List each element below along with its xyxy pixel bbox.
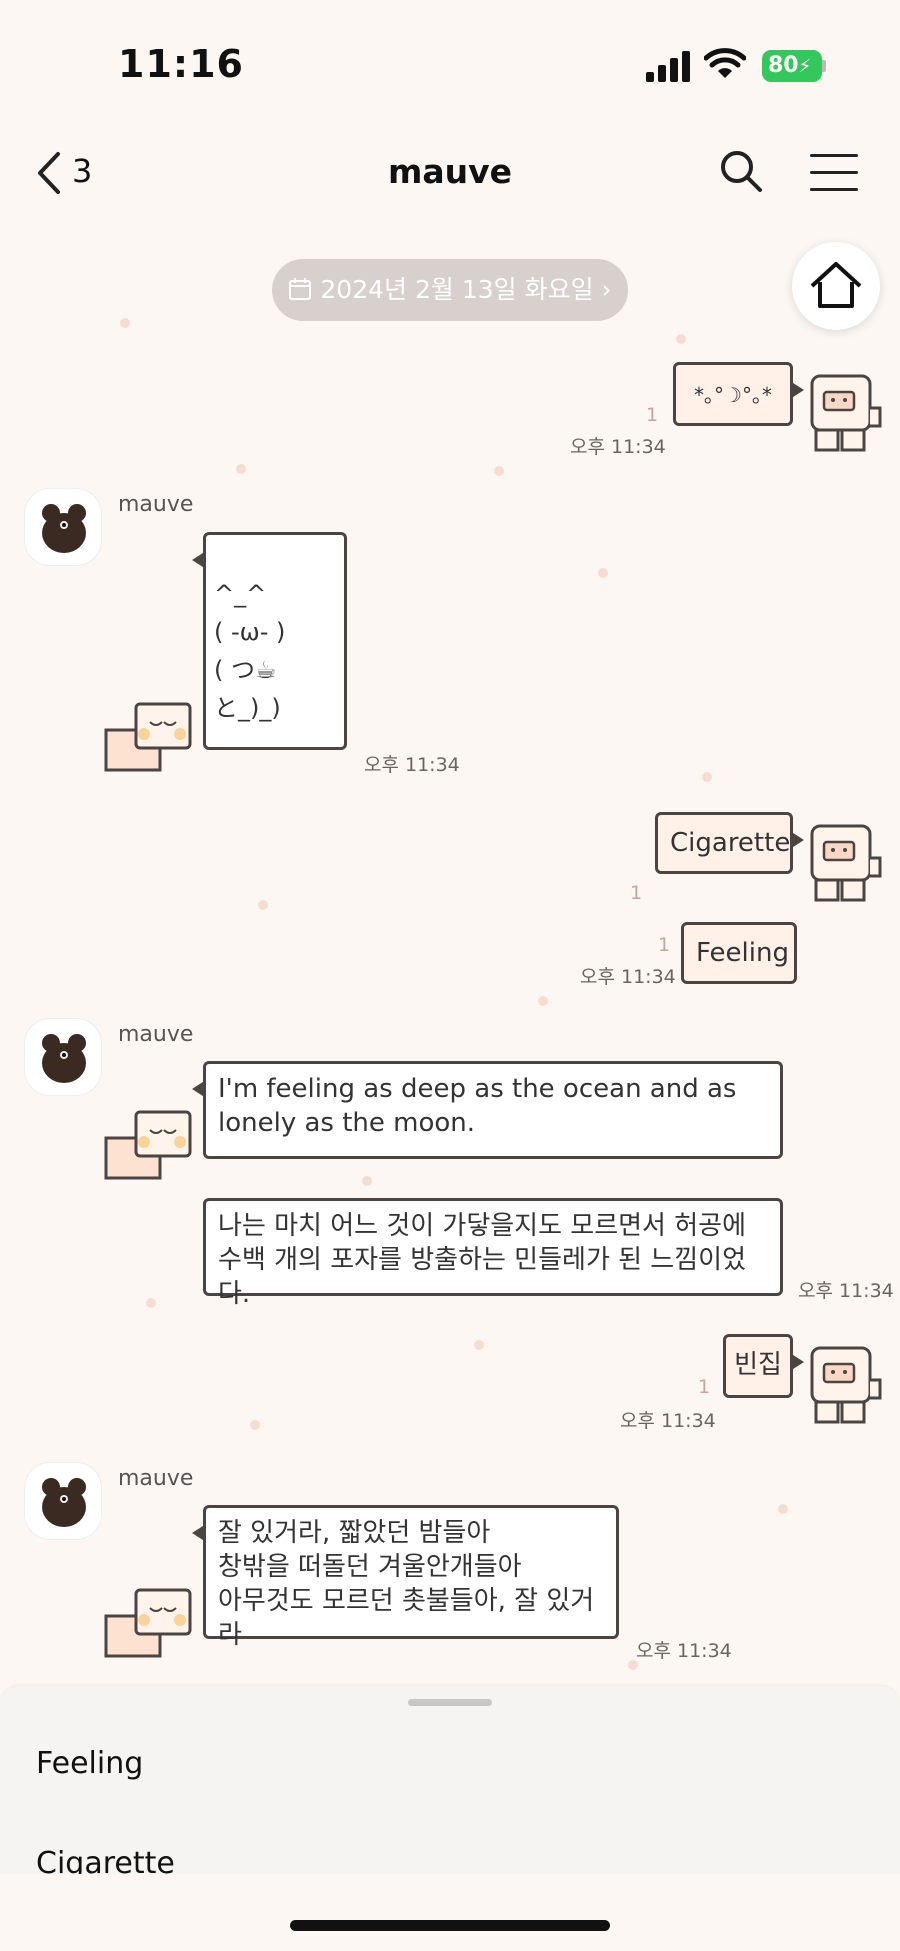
message-time: 오후 11:34 [580,966,676,988]
message-time: 오후 11:34 [620,1410,716,1432]
background-dot [250,1420,260,1430]
battery-indicator: 80⚡ [762,50,822,82]
home-icon [810,262,862,308]
menu-line [810,188,858,191]
sent-message-bubble[interactable]: 빈집 [723,1334,804,1398]
avatar[interactable] [24,1462,102,1540]
sheet-grabber[interactable] [408,1699,492,1706]
menu-line [810,154,858,157]
message-time: 오후 11:34 [364,754,460,776]
sent-message-bubble[interactable]: Feeling [681,922,797,984]
receiver-character-icon [104,1588,192,1658]
unread-count[interactable]: 3 [72,152,92,190]
status-time: 11:16 [118,42,244,86]
sender-character-icon [810,824,882,902]
background-dot [702,772,712,782]
calendar-icon [289,278,312,300]
sender-name: mauve [118,492,194,517]
bear-avatar-icon [42,504,86,553]
menu-button[interactable] [810,152,858,192]
background-dot [146,1298,156,1308]
background-dot [778,1504,788,1514]
home-button[interactable] [792,242,880,330]
background-dot [236,464,246,474]
avatar[interactable] [24,1018,102,1096]
suggestion-item[interactable]: Cigarette [36,1846,175,1874]
background-dot [538,996,548,1006]
cellular-signal-icon [646,50,692,82]
sender-character-icon [810,374,882,452]
message-time: 오후 11:34 [636,1640,732,1662]
battery-cap [822,60,826,72]
suggestion-sheet: Feeling Cigarette [0,1686,900,1874]
read-count: 1 [658,934,671,956]
background-dot [494,466,504,476]
sender-character-icon [810,1346,882,1424]
date-label: 2024년 2월 13일 화요일 [320,275,594,304]
menu-line [810,171,858,174]
background-dot [362,1176,372,1186]
bear-avatar-icon [42,1478,86,1527]
read-count: 1 [698,1376,711,1398]
background-dot [598,568,608,578]
bear-avatar-icon [42,1034,86,1083]
received-message-bubble[interactable]: 나는 마치 어느 것이 가닿을지도 모르면서 허공에 수백 개의 포자를 방출하… [203,1198,783,1309]
search-icon[interactable] [718,148,764,194]
read-count: 1 [646,404,659,426]
date-divider[interactable]: 2024년 2월 13일 화요일 › [272,259,628,321]
sender-name: mauve [118,1466,194,1491]
home-indicator[interactable] [290,1920,610,1931]
chat-title: mauve [387,152,513,191]
chevron-right-icon: › [601,275,612,304]
home-indicator-area [0,1874,900,1951]
sender-name: mauve [118,1022,194,1047]
receiver-character-icon [104,702,192,772]
read-count: 1 [630,882,643,904]
sent-message-bubble[interactable]: Cigarette [655,812,804,874]
background-dot [258,900,268,910]
suggestion-item[interactable]: Feeling [36,1746,143,1781]
message-time: 오후 11:34 [798,1280,894,1302]
received-message-bubble[interactable]: I'm feeling as deep as the ocean and as … [192,1061,783,1159]
received-message-bubble[interactable]: 잘 있거라, 짧았던 밤들아 창밖을 떠돌던 겨울안개들아 아무것도 모르던 촛… [192,1505,619,1650]
wifi-icon [704,48,746,78]
background-dot [676,334,686,344]
background-dot [120,318,130,328]
avatar[interactable] [24,488,102,566]
received-message-bubble[interactable]: ^_^ ( -ω- ) ( つ☕ と_)_) [192,532,347,750]
background-dot [474,1340,484,1350]
message-time: 오후 11:34 [570,436,666,458]
sent-message-bubble[interactable]: *｡°☽°｡* [673,362,804,426]
receiver-character-icon [104,1110,192,1180]
